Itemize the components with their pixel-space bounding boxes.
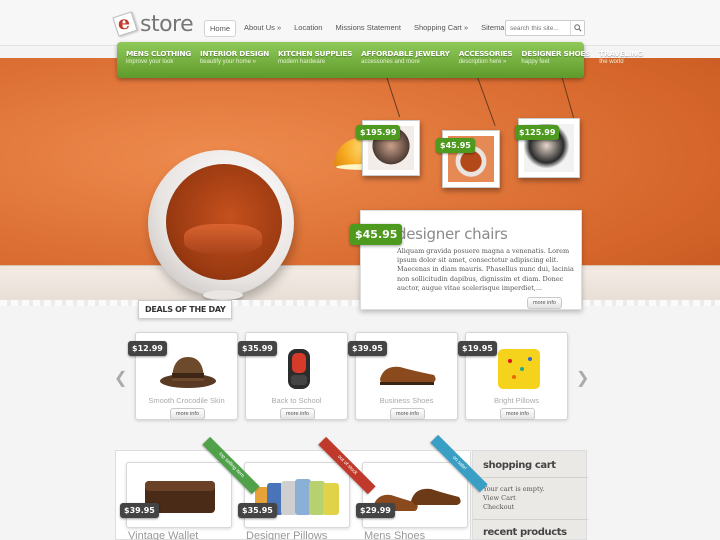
hat-image bbox=[160, 357, 216, 388]
site-header: e store Home About Us » Location Mission… bbox=[0, 0, 720, 46]
cart-status-text: Your cart is empty. bbox=[483, 485, 545, 493]
deal-card[interactable]: $19.95 Bright Pillows more info bbox=[458, 332, 568, 420]
deal-more-info-button[interactable]: more info bbox=[170, 408, 205, 420]
nav-location[interactable]: Location bbox=[289, 20, 327, 37]
category-title: Traveling bbox=[599, 49, 643, 58]
category-subtitle: happy feet bbox=[521, 59, 550, 65]
yellow-pillow-image bbox=[498, 349, 540, 389]
logo-letter: e bbox=[118, 12, 131, 34]
deal-price-tag: $39.95 bbox=[348, 341, 387, 356]
sidebar-divider bbox=[473, 477, 588, 478]
search-button[interactable] bbox=[570, 21, 584, 35]
deal-price-tag: $12.99 bbox=[128, 341, 167, 356]
deal-more-info-button[interactable]: more info bbox=[500, 408, 535, 420]
category-mens-clothing[interactable]: Mens Clothing improve your look bbox=[121, 42, 195, 78]
product-price-tag: $35.95 bbox=[238, 503, 277, 518]
frame-price-tag: $195.99 bbox=[356, 125, 401, 140]
product-card[interactable] bbox=[362, 462, 468, 528]
category-kitchen-supplies[interactable]: Kitchen Supplies modern hardware bbox=[273, 42, 356, 78]
frame-price-tag: $125.99 bbox=[515, 125, 560, 140]
search-icon bbox=[573, 24, 582, 32]
category-accessories[interactable]: Accessories description here » bbox=[454, 42, 517, 78]
category-title: Interior Design bbox=[199, 49, 269, 58]
logo-text: store bbox=[140, 11, 194, 37]
top-navigation: Home About Us » Location Missions Statem… bbox=[204, 20, 514, 37]
backpack-image bbox=[288, 349, 310, 389]
deal-card[interactable]: $39.95 Business Shoes more info bbox=[348, 332, 458, 420]
feature-title[interactable]: designer chairs bbox=[397, 225, 508, 243]
deal-card[interactable]: $12.99 Smooth Crocodile Skin more info bbox=[128, 332, 238, 420]
deal-card[interactable]: $35.99 Back to School more info bbox=[238, 332, 348, 420]
deal-price-tag: $19.95 bbox=[458, 341, 497, 356]
deal-more-info-button[interactable]: more info bbox=[280, 408, 315, 420]
category-title: Kitchen Supplies bbox=[278, 49, 353, 58]
nav-missions-statement[interactable]: Missions Statement bbox=[330, 20, 405, 37]
category-bar: Mens Clothing improve your look Interior… bbox=[117, 42, 643, 78]
feature-price-tag: $45.95 bbox=[350, 224, 403, 245]
category-subtitle: beautify your home » bbox=[199, 59, 257, 65]
ball-chair-image bbox=[148, 150, 298, 300]
deal-name: Back to School bbox=[271, 396, 322, 405]
product-name[interactable]: Mens Shoes bbox=[364, 530, 425, 540]
deal-more-info-button[interactable]: more info bbox=[390, 408, 425, 420]
product-price-tag: $39.95 bbox=[120, 503, 159, 518]
deals-of-the-day-label: Deals of the Day bbox=[138, 300, 233, 319]
category-traveling[interactable]: Traveling the world bbox=[594, 42, 647, 78]
previous-arrow-icon[interactable]: ❮ bbox=[114, 368, 127, 388]
next-arrow-icon[interactable]: ❯ bbox=[576, 368, 589, 388]
product-price-tag: $29.99 bbox=[356, 503, 395, 518]
frame-price-tag: $45.95 bbox=[436, 138, 475, 153]
deal-name: Smooth Crocodile Skin bbox=[148, 396, 225, 405]
category-subtitle: accessories and more bbox=[361, 59, 420, 65]
product-name[interactable]: Designer Pillows bbox=[246, 530, 327, 540]
category-title: Designer Shoes bbox=[521, 49, 591, 58]
deal-name: Business Shoes bbox=[379, 396, 434, 405]
deal-name: Bright Pillows bbox=[493, 396, 539, 405]
view-cart-link[interactable]: View Cart bbox=[483, 494, 516, 503]
business-shoe-image bbox=[380, 366, 436, 385]
product-card[interactable] bbox=[126, 462, 232, 528]
category-title: Accessories bbox=[458, 49, 513, 58]
category-affordable-jewelry[interactable]: Affordable Jewelry accessories and more bbox=[356, 42, 454, 78]
nav-shopping-cart[interactable]: Shopping Cart » bbox=[409, 20, 473, 37]
sidebar-divider bbox=[473, 519, 588, 520]
category-interior-design[interactable]: Interior Design beautify your home » bbox=[195, 42, 273, 78]
feature-description: Aliquam gravida posuere magna a venenati… bbox=[397, 247, 574, 292]
shopping-cart-heading: shopping cart bbox=[483, 460, 556, 471]
category-title: Mens Clothing bbox=[126, 49, 191, 58]
search-input[interactable] bbox=[506, 24, 570, 32]
recent-products-heading: recent products bbox=[483, 527, 567, 538]
nav-about-us[interactable]: About Us » bbox=[239, 20, 286, 37]
search-box bbox=[505, 20, 585, 36]
feature-more-info-button[interactable]: more info bbox=[527, 297, 562, 309]
checkout-link[interactable]: Checkout bbox=[483, 503, 514, 512]
product-card[interactable] bbox=[244, 462, 350, 528]
nav-home[interactable]: Home bbox=[204, 20, 237, 37]
category-designer-shoes[interactable]: Designer Shoes happy feet bbox=[516, 42, 594, 78]
category-title: Affordable Jewelry bbox=[361, 49, 450, 58]
sidebar: shopping cart Your cart is empty. View C… bbox=[472, 450, 588, 540]
category-subtitle: the world bbox=[599, 59, 624, 65]
deal-price-tag: $35.99 bbox=[238, 341, 277, 356]
site-logo[interactable]: e store bbox=[112, 8, 194, 40]
product-name[interactable]: Vintage Wallet bbox=[128, 530, 198, 540]
logo-mark-icon: e bbox=[112, 11, 138, 37]
category-subtitle: description here » bbox=[458, 59, 507, 65]
category-subtitle: improve your look bbox=[126, 59, 174, 65]
category-subtitle: modern hardware bbox=[278, 59, 326, 65]
